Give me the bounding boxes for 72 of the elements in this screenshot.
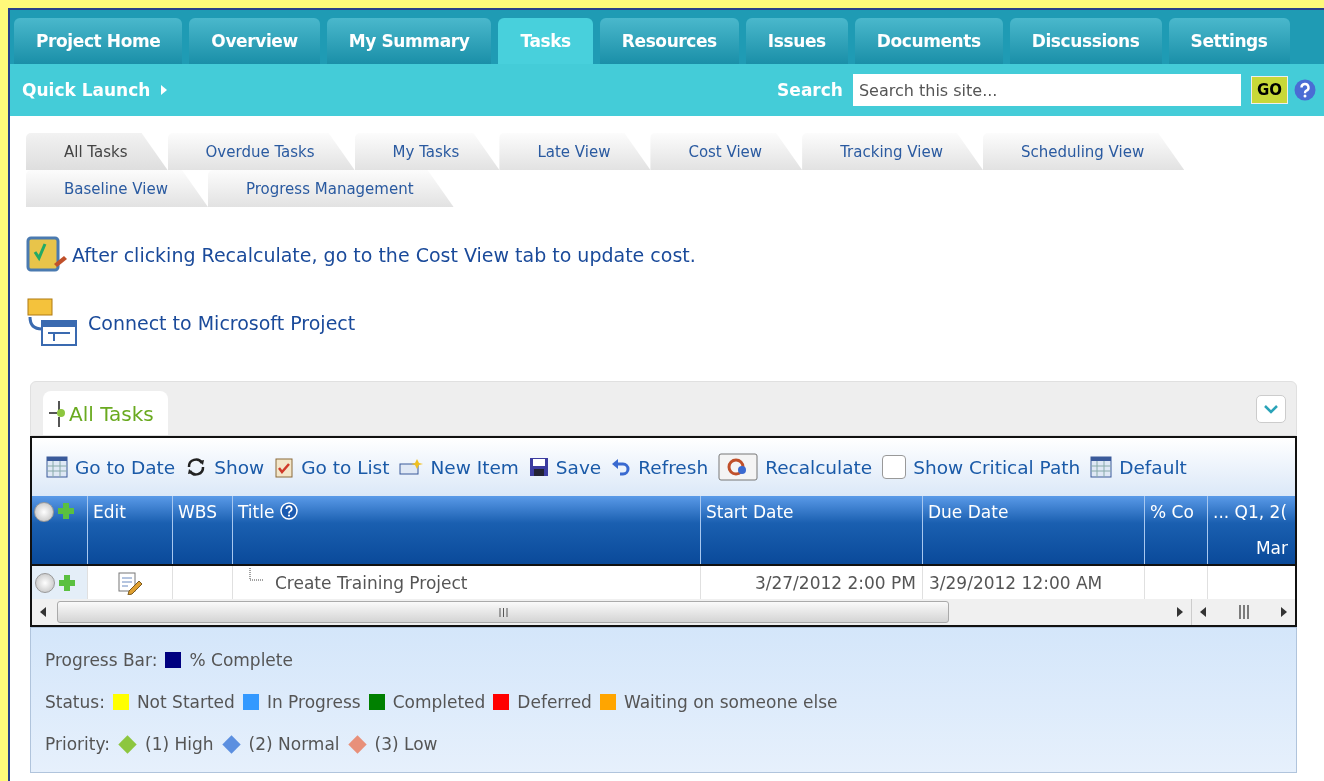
go-button[interactable]: GO <box>1250 76 1288 104</box>
scroll-thumb[interactable] <box>57 601 949 623</box>
web-part-title: All Tasks <box>69 402 154 426</box>
view-tab[interactable]: Cost View <box>650 133 803 170</box>
calendar-icon <box>46 456 68 478</box>
legend-item: Not Started <box>136 692 235 712</box>
view-tab[interactable]: My Tasks <box>354 133 500 170</box>
column-header[interactable]: % Co <box>1150 502 1194 522</box>
scroll-thumb[interactable] <box>1237 605 1250 619</box>
start-date: 3/27/2012 2:00 PM <box>754 572 916 593</box>
view-tab[interactable]: All Tasks <box>26 133 168 170</box>
toolbar-button[interactable]: Go to List <box>274 456 390 478</box>
column-header[interactable]: Edit <box>93 502 126 522</box>
tree-line-icon <box>249 568 265 582</box>
view-tab[interactable]: Scheduling View <box>982 133 1185 170</box>
help-icon[interactable] <box>1294 79 1316 101</box>
recalculate-icon <box>718 453 759 481</box>
column-header[interactable]: WBS <box>178 502 217 522</box>
plus-icon[interactable] <box>57 502 75 520</box>
save-icon <box>528 457 549 477</box>
legend-item: % Complete <box>189 650 293 670</box>
toolbar-button[interactable]: Default <box>1090 456 1187 478</box>
column-header[interactable]: ... Q1, 2( <box>1213 502 1288 522</box>
toolbar-button[interactable]: Show <box>185 456 265 478</box>
toolbar-button[interactable]: Go to Date <box>46 456 176 478</box>
view-tab[interactable]: Late View <box>499 133 651 170</box>
toolbar-button[interactable]: Show Critical Path <box>882 455 1081 479</box>
view-tab[interactable]: Baseline View <box>26 170 208 207</box>
toolbar-button[interactable]: Recalculate <box>718 453 873 481</box>
legend-label: Status: <box>45 692 105 712</box>
toolbar-button[interactable]: Refresh <box>611 456 709 478</box>
legend-item: In Progress <box>266 692 361 712</box>
legend-item: (3) Low <box>374 734 438 754</box>
view-tab[interactable]: Tracking View <box>802 133 983 170</box>
column-header[interactable]: Title <box>238 502 275 522</box>
legend-item: Waiting on someone else <box>623 692 838 712</box>
clipboard-check-icon <box>274 456 295 478</box>
legend-label: Progress Bar: <box>45 650 158 670</box>
legend-item: Completed <box>392 692 486 712</box>
search-field[interactable]: Search this site... <box>852 74 1241 106</box>
scroll-right-icon[interactable] <box>1176 607 1183 617</box>
checkbox[interactable] <box>882 455 907 479</box>
toolbar-button[interactable]: Save <box>528 456 602 478</box>
toolbar-button[interactable]: New Item <box>399 456 519 478</box>
legend-item: (2) Normal <box>248 734 340 754</box>
due-date: 3/29/2012 12:00 AM <box>929 572 1103 593</box>
collapse-button[interactable] <box>1256 394 1286 423</box>
radio-button[interactable] <box>34 502 54 522</box>
scroll-left-icon[interactable] <box>40 607 47 617</box>
legend-item: Deferred <box>517 692 592 712</box>
scroll-left-icon[interactable] <box>1200 607 1207 617</box>
chevron-down-icon <box>1263 403 1279 414</box>
month-header: Mar <box>1255 538 1288 558</box>
legend-item: (1) High <box>145 734 214 754</box>
task-title[interactable]: Create Training Project <box>275 572 468 593</box>
calendar-icon <box>1090 456 1113 478</box>
legend-label: Priority: <box>45 734 110 754</box>
scroll-right-icon[interactable] <box>1280 607 1287 617</box>
undo-arrow-icon <box>611 457 632 477</box>
view-tab[interactable]: Overdue Tasks <box>167 133 355 170</box>
help-icon[interactable] <box>280 502 299 520</box>
note-link[interactable]: Connect to Microsoft Project <box>88 312 356 334</box>
view-tab[interactable]: Progress Management <box>207 170 454 207</box>
search-label: Search <box>777 80 843 100</box>
project-chart-icon <box>26 297 80 349</box>
column-header[interactable]: Start Date <box>706 502 794 522</box>
note-link[interactable]: After clicking Recalculate, go to the Cost View tab to update cost. <box>72 244 696 266</box>
edit-icon[interactable] <box>117 570 143 595</box>
radio-button[interactable] <box>35 572 55 593</box>
column-header[interactable]: Due Date <box>928 502 1009 522</box>
new-item-icon <box>399 458 424 476</box>
triangle-right-icon <box>160 84 169 96</box>
